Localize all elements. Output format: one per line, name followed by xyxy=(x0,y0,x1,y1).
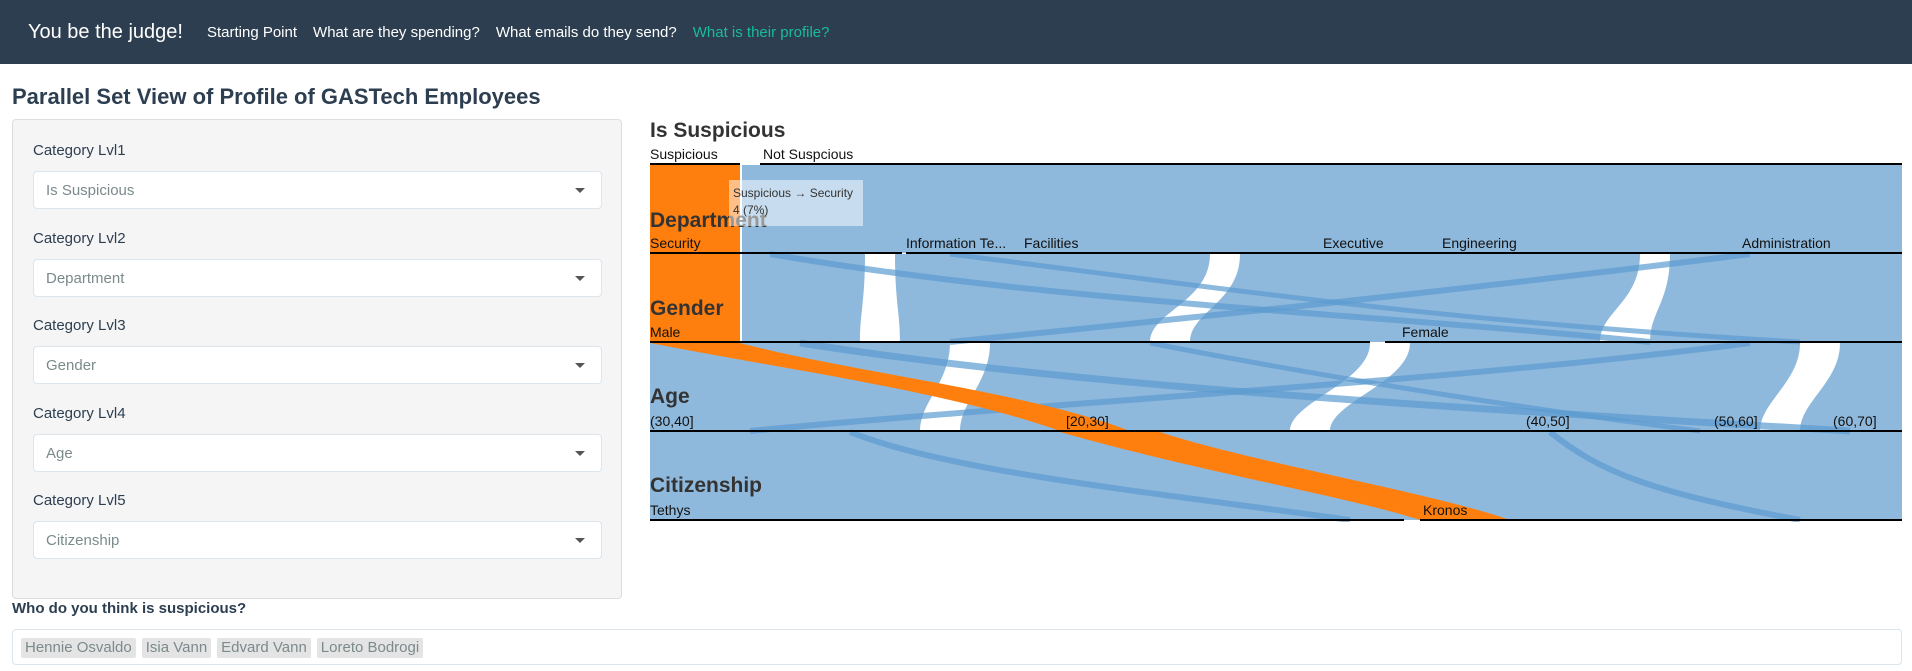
nav-link-emails[interactable]: What emails do they send? xyxy=(496,24,677,41)
dimension-title-age: Age xyxy=(650,385,690,408)
category-executive[interactable]: Executive xyxy=(1323,235,1384,251)
category-security[interactable]: Security xyxy=(650,235,701,251)
category-lvl1-label: Category Lvl1 xyxy=(33,142,126,159)
nav-link-profile[interactable]: What is their profile? xyxy=(693,24,830,41)
category-lvl2-label: Category Lvl2 xyxy=(33,230,126,247)
category-lvl1-select[interactable]: Is Suspicious xyxy=(33,171,602,209)
navbar: You be the judge! Starting Point What ar… xyxy=(0,0,1912,64)
category-lvl3-group: Category Lvl3 Gender xyxy=(33,317,602,384)
selected-tag[interactable]: Hennie Osvaldo xyxy=(21,638,136,658)
category-lvl4-value: Age xyxy=(46,445,73,462)
category-not-suspicious[interactable]: Not Suspcious xyxy=(763,146,853,162)
selected-tag[interactable]: Loreto Bodrogi xyxy=(316,638,424,658)
category-lvl3-value: Gender xyxy=(46,357,97,374)
category-age-20-30[interactable]: [20,30] xyxy=(1066,413,1109,429)
ribbon-block-gender[interactable] xyxy=(742,254,1902,342)
category-age-50-60[interactable]: (50,60] xyxy=(1714,413,1758,429)
category-lvl3-select[interactable]: Gender xyxy=(33,346,602,384)
selected-tag[interactable]: Isia Vann xyxy=(141,638,212,658)
category-lvl5-label: Category Lvl5 xyxy=(33,492,126,509)
category-lvl5-value: Citizenship xyxy=(46,532,120,549)
category-lvl2-select[interactable]: Department xyxy=(33,259,602,297)
category-kronos[interactable]: Kronos xyxy=(1423,502,1467,518)
tooltip: Suspicious → Security 4 (7%) xyxy=(729,180,863,226)
dimension-title-citizenship: Citizenship xyxy=(650,474,762,497)
suspicious-selector-input[interactable]: Hennie Osvaldo Isia Vann Edvard Vann Lor… xyxy=(12,629,1902,665)
category-lvl1-group: Category Lvl1 Is Suspicious xyxy=(33,142,602,209)
category-lvl5-group: Category Lvl5 Citizenship xyxy=(33,492,602,559)
chevron-down-icon xyxy=(575,276,585,281)
category-tethys[interactable]: Tethys xyxy=(650,502,690,518)
selected-tag[interactable]: Edvard Vann xyxy=(217,638,311,658)
brand-title[interactable]: You be the judge! xyxy=(28,21,183,44)
chevron-down-icon xyxy=(575,188,585,193)
category-lvl3-label: Category Lvl3 xyxy=(33,317,126,334)
category-age-40-50[interactable]: (40,50] xyxy=(1526,413,1570,429)
dimension-title-suspicious: Is Suspicious xyxy=(650,119,785,142)
category-lvl4-group: Category Lvl4 Age xyxy=(33,405,602,472)
category-suspicious[interactable]: Suspicious xyxy=(650,146,718,162)
dimension-title-gender: Gender xyxy=(650,297,724,320)
category-engineering[interactable]: Engineering xyxy=(1442,235,1517,251)
chevron-down-icon xyxy=(575,538,585,543)
category-administration[interactable]: Administration xyxy=(1742,235,1831,251)
nav-link-spending[interactable]: What are they spending? xyxy=(313,24,480,41)
chevron-down-icon xyxy=(575,451,585,456)
category-lvl1-value: Is Suspicious xyxy=(46,182,135,199)
nav-link-starting-point[interactable]: Starting Point xyxy=(207,24,297,41)
chevron-down-icon xyxy=(575,363,585,368)
category-facilities[interactable]: Facilities xyxy=(1024,235,1078,251)
category-lvl2-value: Department xyxy=(46,270,125,287)
category-age-60-70[interactable]: (60,70] xyxy=(1833,413,1877,429)
tooltip-line-2: 4 (7%) xyxy=(733,203,768,217)
category-male[interactable]: Male xyxy=(650,324,681,340)
category-female[interactable]: Female xyxy=(1402,324,1449,340)
parallel-sets-chart[interactable]: Is Suspicious Suspicious Not Suspcious D… xyxy=(650,112,1912,522)
category-lvl4-select[interactable]: Age xyxy=(33,434,602,472)
page-title: Parallel Set View of Profile of GASTech … xyxy=(12,84,541,109)
suspicious-selector-label: Who do you think is suspicious? xyxy=(12,600,247,617)
sidebar-panel: Category Lvl1 Is Suspicious Category Lvl… xyxy=(12,119,622,599)
category-lvl4-label: Category Lvl4 xyxy=(33,405,126,422)
category-lvl5-select[interactable]: Citizenship xyxy=(33,521,602,559)
tooltip-line-1: Suspicious → Security xyxy=(733,186,853,200)
category-age-30-40[interactable]: (30,40] xyxy=(650,413,694,429)
category-lvl2-group: Category Lvl2 Department xyxy=(33,230,602,297)
category-information-tech[interactable]: Information Te... xyxy=(906,235,1006,251)
